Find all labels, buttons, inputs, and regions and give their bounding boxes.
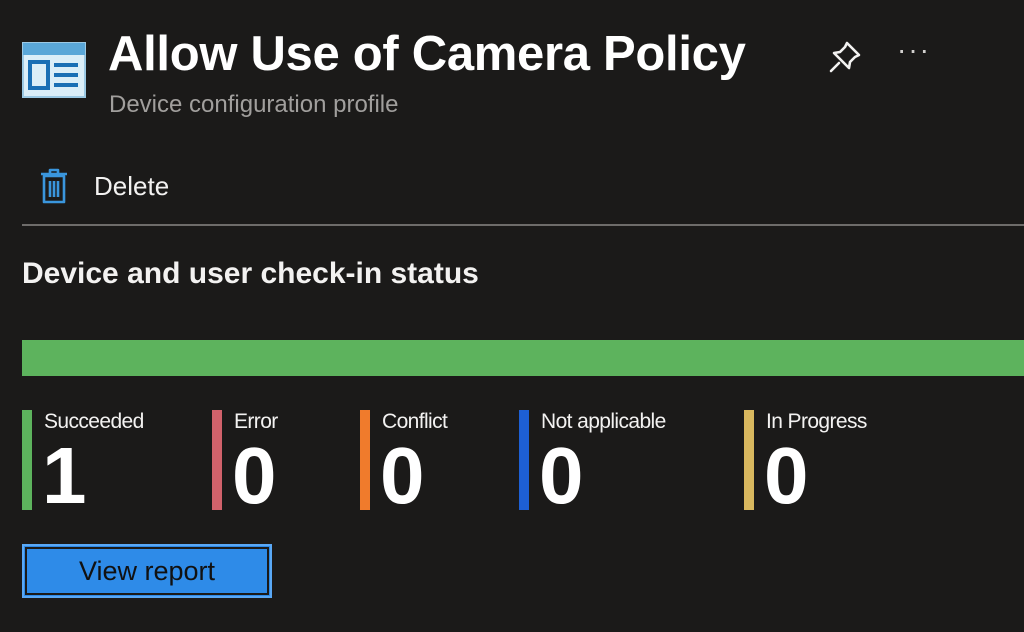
policy-overview-page: Allow Use of Camera Policy Device config… — [0, 0, 1024, 632]
more-options-icon[interactable]: ··· — [894, 30, 934, 70]
trash-icon — [41, 168, 67, 204]
view-report-button[interactable]: View report — [22, 544, 272, 598]
command-bar: Delete — [22, 160, 1024, 210]
pin-icon[interactable] — [826, 38, 864, 76]
succeeded-accent — [22, 410, 32, 510]
status-bar-succeeded-fill — [22, 340, 1024, 376]
error-accent — [212, 410, 222, 510]
conflict-accent — [360, 410, 370, 510]
page-header: Allow Use of Camera Policy Device config… — [22, 22, 1002, 132]
section-title: Device and user check-in status — [22, 257, 479, 290]
status-count: 0 — [380, 431, 425, 520]
status-count: 0 — [764, 431, 809, 520]
status-counts: Succeeded 1 Error 0 Conflict 0 Not appli… — [22, 408, 1022, 518]
not-applicable-accent — [519, 410, 529, 510]
in-progress-accent — [744, 410, 754, 510]
check-in-status-bar — [22, 340, 1024, 376]
delete-button[interactable]: Delete — [40, 164, 169, 208]
status-count: 0 — [232, 431, 277, 520]
status-count: 0 — [539, 431, 584, 520]
configuration-profile-icon — [22, 42, 86, 98]
status-count: 1 — [42, 431, 87, 520]
command-bar-divider — [22, 224, 1024, 226]
page-subtitle: Device configuration profile — [109, 91, 399, 118]
delete-label: Delete — [94, 171, 170, 201]
page-title: Allow Use of Camera Policy — [108, 27, 746, 81]
